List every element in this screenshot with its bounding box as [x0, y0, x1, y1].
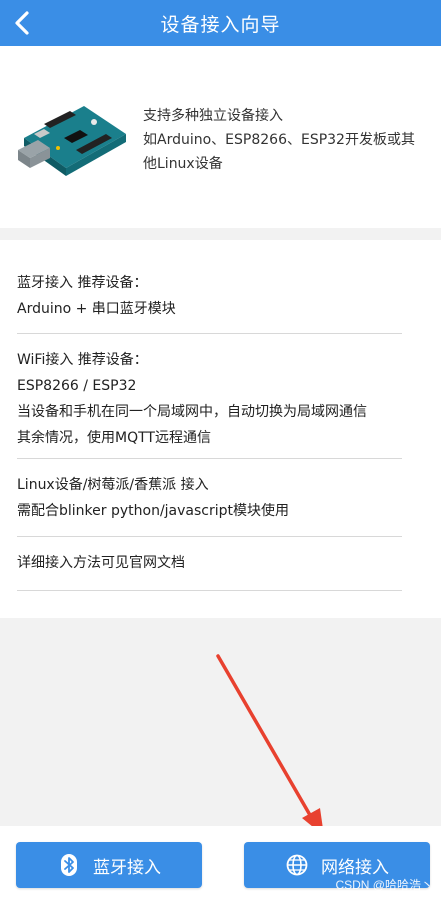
chevron-left-icon	[15, 11, 29, 35]
annotation-arrow	[216, 654, 324, 836]
network-connect-label: 网络接入	[321, 857, 389, 878]
bluetooth-connect-label: 蓝牙接入	[93, 857, 161, 878]
wifi-info: WiFi接入 推荐设备： ESP8266 / ESP32 当设备和手机在同一个局…	[17, 347, 402, 459]
docs-info-text: 详细接入方法可见官网文档	[17, 555, 185, 571]
intro-line-3: 他Linux设备	[143, 156, 223, 172]
intro-text: 支持多种独立设备接入 如Arduino、ESP8266、ESP32开发板或其 他…	[143, 104, 435, 176]
bluetooth-icon	[57, 853, 81, 877]
page-title: 设备接入向导	[160, 13, 281, 36]
docs-info[interactable]: 详细接入方法可见官网文档	[17, 550, 402, 591]
back-button[interactable]	[6, 5, 38, 41]
intro-line-1: 支持多种独立设备接入	[143, 108, 283, 124]
bluetooth-info-title: 蓝牙接入 推荐设备：	[17, 275, 148, 291]
bluetooth-info-device: Arduino + 串口蓝牙模块	[17, 301, 176, 317]
intro-panel: 支持多种独立设备接入 如Arduino、ESP8266、ESP32开发板或其 他…	[0, 46, 441, 228]
arduino-board-image	[18, 106, 126, 176]
linux-info-note: 需配合blinker python/javascript模块使用	[17, 503, 290, 519]
app-header: 设备接入向导	[0, 0, 441, 46]
wifi-info-note-2: 其余情况，使用MQTT远程通信	[17, 430, 211, 446]
wifi-info-title: WiFi接入 推荐设备：	[17, 352, 148, 368]
watermark: CSDN @哈哈浩丶	[335, 878, 433, 892]
bluetooth-info: 蓝牙接入 推荐设备： Arduino + 串口蓝牙模块	[17, 270, 402, 334]
wifi-info-device: ESP8266 / ESP32	[17, 378, 137, 394]
globe-icon	[285, 853, 309, 877]
linux-info-title: Linux设备/树莓派/香蕉派 接入	[17, 477, 209, 493]
info-panel: 蓝牙接入 推荐设备： Arduino + 串口蓝牙模块 WiFi接入 推荐设备：…	[0, 240, 441, 618]
intro-line-2: 如Arduino、ESP8266、ESP32开发板或其	[143, 132, 415, 148]
bluetooth-connect-button[interactable]: 蓝牙接入	[16, 842, 202, 888]
linux-info: Linux设备/树莓派/香蕉派 接入 需配合blinker python/jav…	[17, 472, 402, 537]
wifi-info-note-1: 当设备和手机在同一个局域网中，自动切换为局域网通信	[17, 404, 367, 420]
